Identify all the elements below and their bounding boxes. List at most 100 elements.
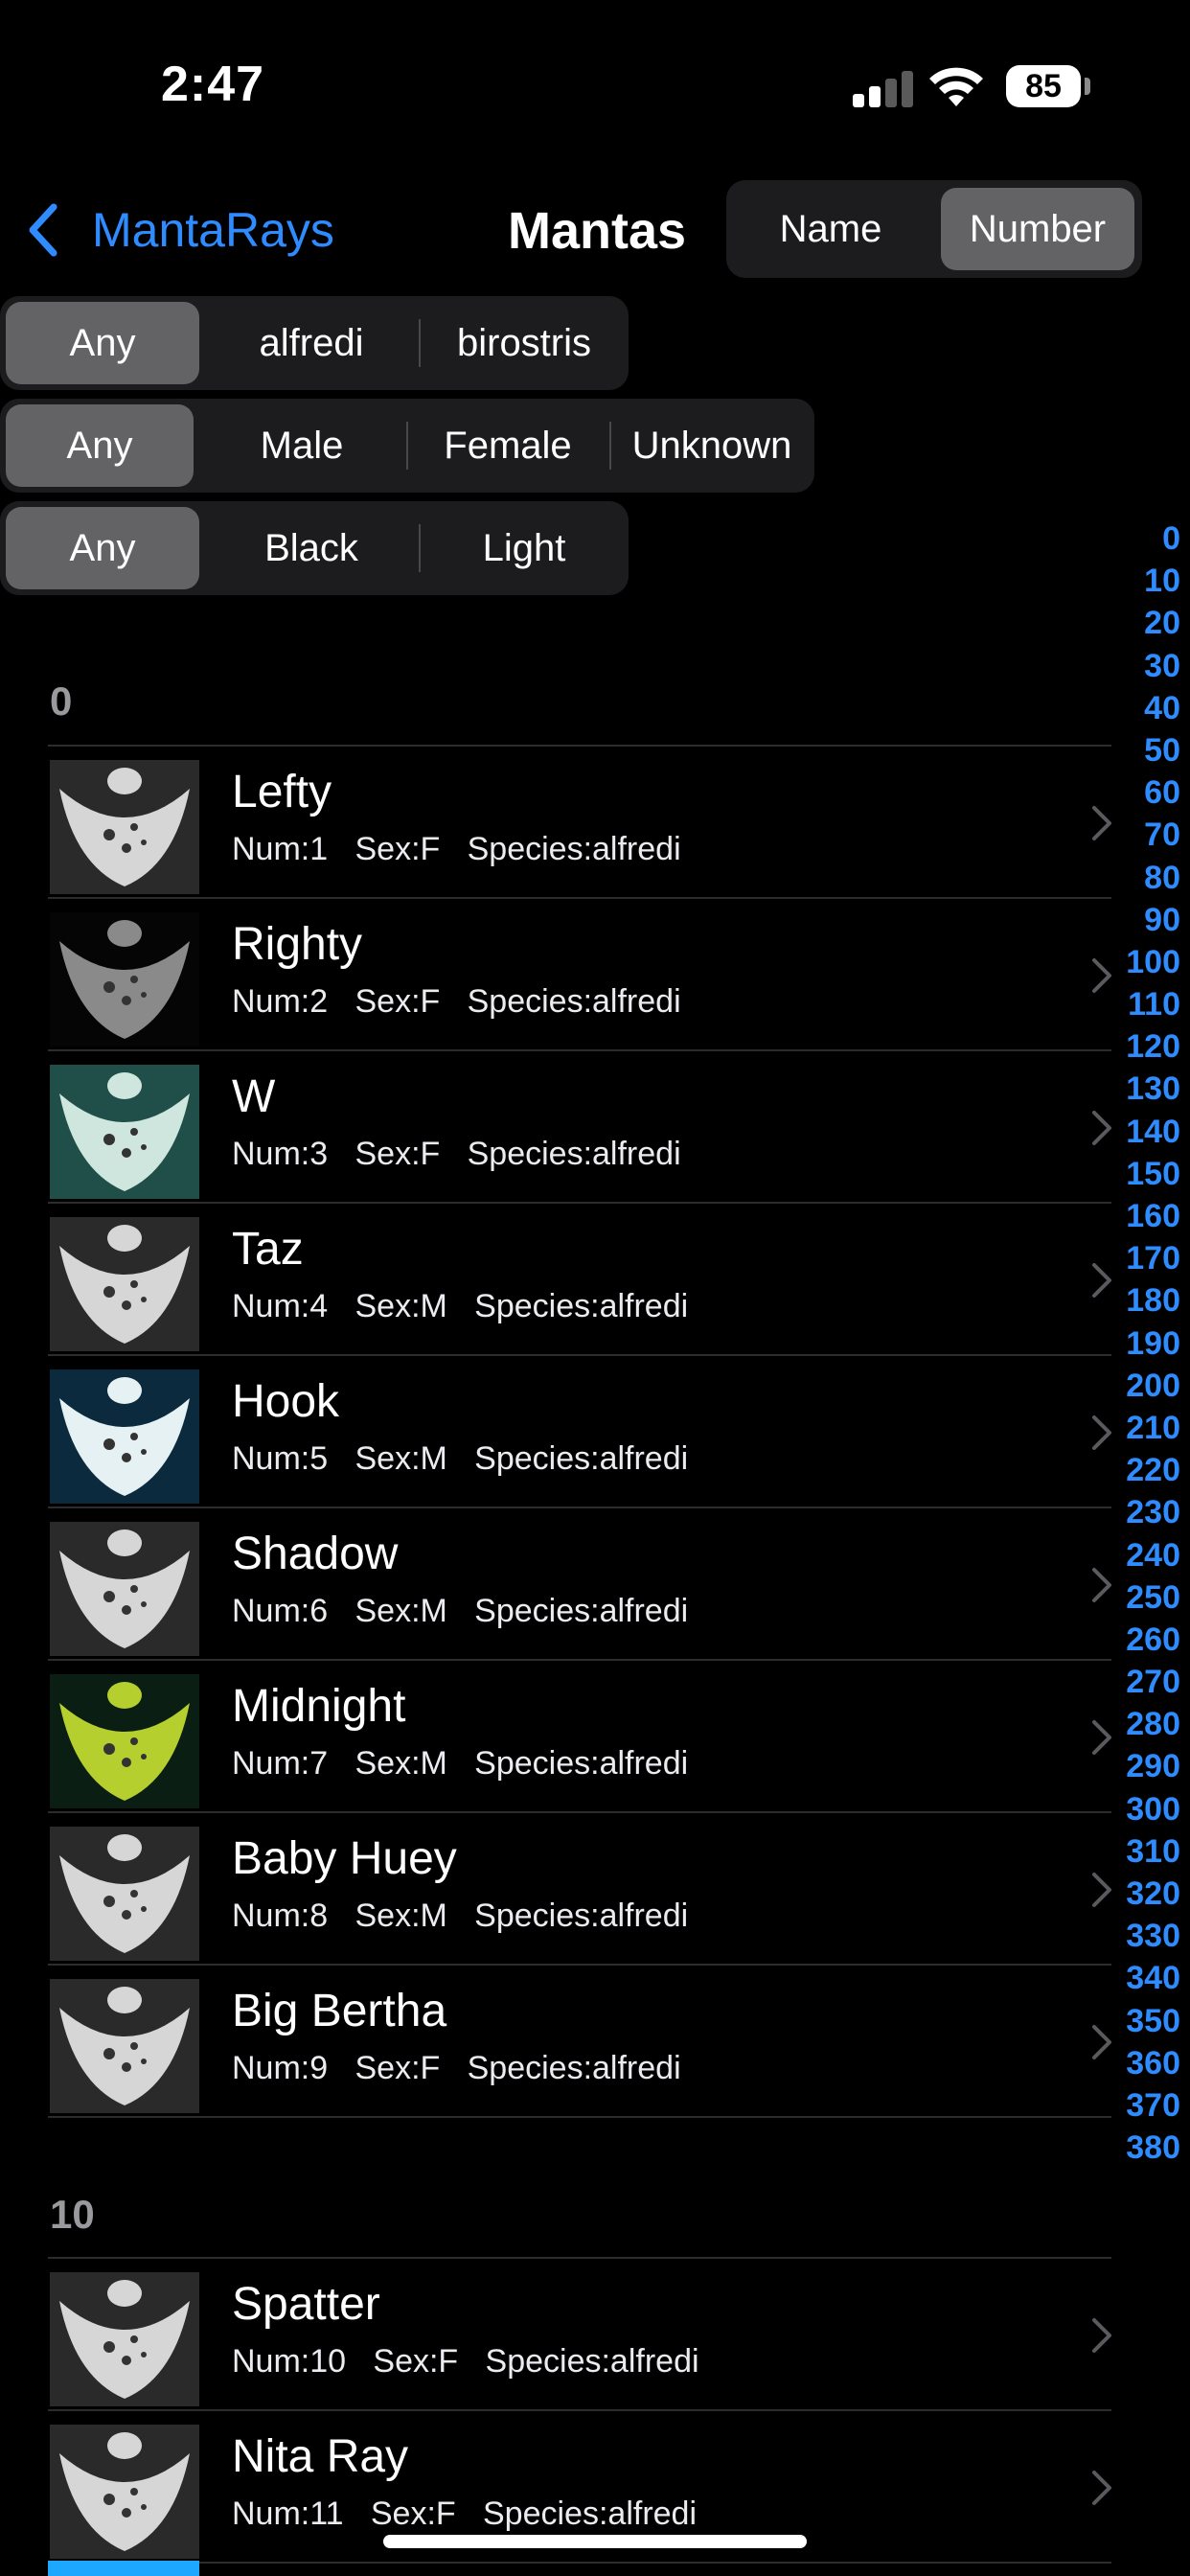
- sex-any-button[interactable]: Any: [6, 404, 194, 487]
- index-entry[interactable]: 290: [1104, 1745, 1180, 1787]
- manta-details: Num:7 Sex:M Species:alfredi: [232, 1745, 689, 1782]
- manta-name: Lefty: [232, 767, 332, 817]
- section-index[interactable]: 0 10 20 30 40 50 60 70 80 90 100 110 120 130 140 150 160…: [1104, 518, 1180, 2169]
- index-entry[interactable]: 80: [1104, 857, 1180, 899]
- index-entry[interactable]: 370: [1104, 2084, 1180, 2127]
- manta-thumbnail: [50, 2425, 199, 2559]
- list-item[interactable]: Big Bertha Num:9 Sex:F Species:alfredi: [48, 1964, 1111, 2118]
- index-entry[interactable]: 260: [1104, 1619, 1180, 1661]
- index-entry[interactable]: 340: [1104, 1957, 1180, 1999]
- index-entry[interactable]: 70: [1104, 814, 1180, 856]
- sort-by-name-button[interactable]: Name: [734, 188, 927, 270]
- index-entry[interactable]: 120: [1104, 1025, 1180, 1068]
- manta-details: Num:5 Sex:M Species:alfredi: [232, 1440, 689, 1477]
- index-entry[interactable]: 320: [1104, 1873, 1180, 1915]
- index-entry[interactable]: 110: [1104, 983, 1180, 1025]
- species-birostris-button[interactable]: birostris: [425, 302, 623, 384]
- index-entry[interactable]: 40: [1104, 687, 1180, 729]
- index-entry[interactable]: 200: [1104, 1365, 1180, 1407]
- status-time: 2:47: [161, 57, 265, 112]
- list-item[interactable]: Lefty Num:1 Sex:F Species:alfredi: [48, 745, 1111, 897]
- cellular-signal-icon: [853, 69, 914, 107]
- manta-thumbnail: [50, 1827, 199, 1961]
- index-entry[interactable]: 270: [1104, 1661, 1180, 1703]
- sex-female-button[interactable]: Female: [412, 404, 604, 487]
- index-entry[interactable]: 170: [1104, 1237, 1180, 1279]
- index-entry[interactable]: 310: [1104, 1830, 1180, 1873]
- manta-thumbnail: [50, 1674, 199, 1808]
- index-entry[interactable]: 220: [1104, 1449, 1180, 1491]
- index-entry[interactable]: 160: [1104, 1195, 1180, 1237]
- index-entry[interactable]: 140: [1104, 1111, 1180, 1153]
- manta-name: Hook: [232, 1376, 340, 1427]
- list-item[interactable]: Hook Num:5 Sex:M Species:alfredi: [48, 1354, 1111, 1506]
- index-entry[interactable]: 210: [1104, 1407, 1180, 1449]
- list-item[interactable]: Baby Huey Num:8 Sex:M Species:alfredi: [48, 1811, 1111, 1964]
- index-entry[interactable]: 150: [1104, 1153, 1180, 1195]
- segment-divider: [419, 319, 421, 367]
- manta-details: Num:3 Sex:F Species:alfredi: [232, 1136, 681, 1172]
- list-item[interactable]: Shadow Num:6 Sex:M Species:alfredi: [48, 1506, 1111, 1659]
- index-entry[interactable]: 30: [1104, 645, 1180, 687]
- section-header: 10: [50, 2192, 95, 2237]
- navigation-bar: MantaRays Mantas Name Number: [0, 172, 1190, 288]
- list-item[interactable]: Spatter Num:10 Sex:F Species:alfredi: [48, 2257, 1111, 2409]
- manta-thumbnail: [50, 912, 199, 1046]
- manta-name: Taz: [232, 1224, 304, 1275]
- species-any-button[interactable]: Any: [6, 302, 199, 384]
- color-light-button[interactable]: Light: [425, 507, 623, 589]
- chevron-left-icon: [29, 203, 57, 257]
- index-entry[interactable]: 350: [1104, 2000, 1180, 2042]
- index-entry[interactable]: 230: [1104, 1491, 1180, 1533]
- manta-thumbnail: [50, 1979, 199, 2113]
- manta-thumbnail: [50, 1369, 199, 1504]
- index-entry[interactable]: 330: [1104, 1915, 1180, 1957]
- sex-male-button[interactable]: Male: [203, 404, 400, 487]
- index-entry[interactable]: 0: [1104, 518, 1180, 560]
- manta-name: W: [232, 1071, 276, 1122]
- sort-by-number-button[interactable]: Number: [941, 188, 1134, 270]
- manta-list-section-0: Lefty Num:1 Sex:F Species:alfredi Righty Nu…: [48, 745, 1111, 2118]
- manta-thumbnail: [50, 760, 199, 894]
- manta-thumbnail: [50, 1065, 199, 1199]
- manta-name: Big Bertha: [232, 1986, 447, 2036]
- index-entry[interactable]: 90: [1104, 899, 1180, 941]
- manta-details: Num:4 Sex:M Species:alfredi: [232, 1288, 689, 1324]
- color-black-button[interactable]: Black: [211, 507, 412, 589]
- index-entry[interactable]: 180: [1104, 1279, 1180, 1322]
- index-entry[interactable]: 10: [1104, 560, 1180, 602]
- index-entry[interactable]: 250: [1104, 1576, 1180, 1619]
- manta-name: Shadow: [232, 1529, 399, 1579]
- list-item[interactable]: W Num:3 Sex:F Species:alfredi: [48, 1049, 1111, 1202]
- index-entry[interactable]: 100: [1104, 941, 1180, 983]
- manta-details: Num:9 Sex:F Species:alfredi: [232, 2050, 681, 2086]
- index-entry[interactable]: 280: [1104, 1703, 1180, 1745]
- species-filter: Any alfredi birostris: [0, 296, 629, 390]
- manta-name: Baby Huey: [232, 1833, 457, 1884]
- manta-thumbnail: [50, 1217, 199, 1351]
- manta-details: Num:2 Sex:F Species:alfredi: [232, 983, 681, 1020]
- index-entry[interactable]: 50: [1104, 729, 1180, 771]
- index-entry[interactable]: 20: [1104, 602, 1180, 644]
- index-entry[interactable]: 240: [1104, 1534, 1180, 1576]
- sex-unknown-button[interactable]: Unknown: [615, 404, 809, 487]
- index-entry[interactable]: 360: [1104, 2042, 1180, 2084]
- manta-details: Num:6 Sex:M Species:alfredi: [232, 1593, 689, 1629]
- index-entry[interactable]: 130: [1104, 1068, 1180, 1110]
- color-any-button[interactable]: Any: [6, 507, 199, 589]
- back-button-label: MantaRays: [92, 203, 334, 257]
- list-item[interactable]: Taz Num:4 Sex:M Species:alfredi: [48, 1202, 1111, 1354]
- species-alfredi-button[interactable]: alfredi: [211, 302, 412, 384]
- index-entry[interactable]: 190: [1104, 1322, 1180, 1365]
- segment-divider: [406, 422, 408, 470]
- list-item[interactable]: Righty Num:2 Sex:F Species:alfredi: [48, 897, 1111, 1049]
- index-entry[interactable]: 380: [1104, 2127, 1180, 2169]
- manta-thumbnail: [50, 1522, 199, 1656]
- index-entry[interactable]: 60: [1104, 771, 1180, 814]
- index-entry[interactable]: 300: [1104, 1788, 1180, 1830]
- battery-icon: 85: [1006, 65, 1081, 107]
- list-item[interactable]: Midnight Num:7 Sex:M Species:alfredi: [48, 1659, 1111, 1811]
- status-bar: 2:47 85: [0, 0, 1190, 163]
- chevron-right-icon: [1092, 2318, 1111, 2353]
- back-button[interactable]: MantaRays: [25, 201, 334, 259]
